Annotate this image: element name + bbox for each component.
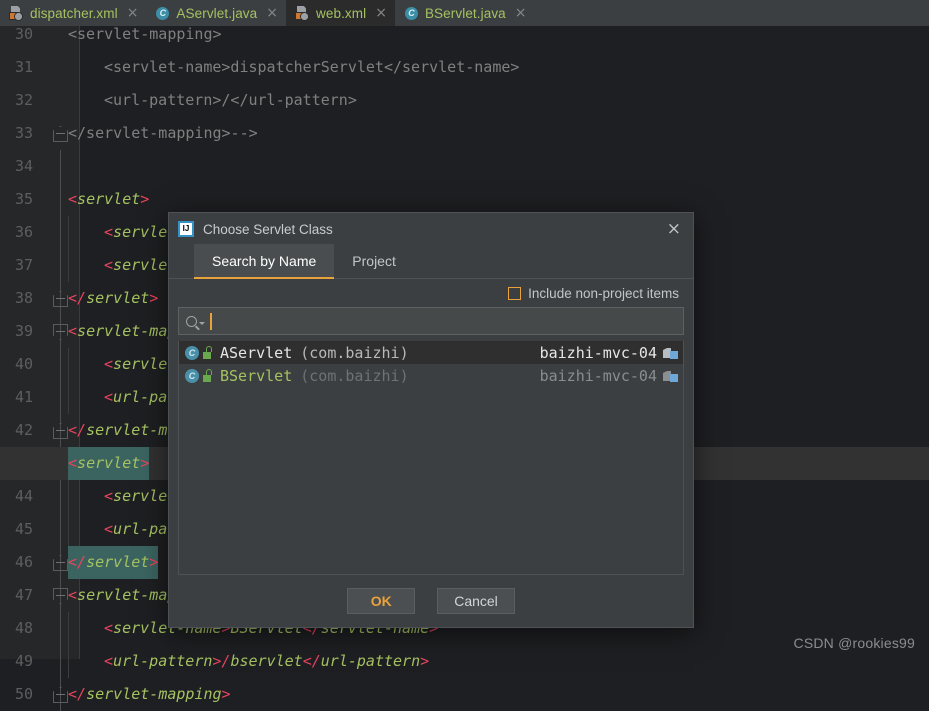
line-number: 31 (14, 58, 33, 76)
code-fold-toggle[interactable] (53, 555, 68, 571)
editor-tab-web-xml[interactable]: web.xml × (286, 0, 395, 26)
line-number: 44 (14, 487, 33, 505)
line-number: 32 (14, 91, 33, 109)
result-class-name: BServlet (220, 366, 293, 385)
line-number: 39 (14, 322, 33, 340)
java-class-icon: C (404, 6, 419, 21)
line-number: 41 (14, 388, 33, 406)
search-result-row[interactable]: C BServlet (com.baizhi) baizhi-mvc-04 (179, 364, 683, 387)
code-text: <servlet> (68, 190, 150, 208)
indent-guide (68, 216, 69, 282)
dialog-body: Search by Name Project Include non-projec… (169, 244, 693, 627)
include-non-project-checkbox[interactable] (508, 286, 522, 300)
code-fold-toggle[interactable] (53, 423, 68, 439)
line-number: 34 (14, 157, 33, 175)
code-text: </servlet-mapping>--> (68, 124, 258, 142)
line-number: 30 (14, 25, 33, 43)
close-icon[interactable]: × (515, 6, 527, 20)
search-area (169, 307, 693, 335)
code-line: <url-pattern>/</url-pattern> (104, 84, 357, 117)
code-line: </servlet> (68, 282, 158, 315)
result-module: baizhi-mvc-04 (539, 343, 657, 362)
unlocked-icon (202, 346, 213, 359)
result-module: baizhi-mvc-04 (539, 366, 657, 385)
line-number: 49 (14, 652, 33, 670)
dialog-tabs: Search by Name Project (169, 244, 693, 279)
search-icon (186, 315, 197, 327)
code-line: <url-pattern>/bservlet</url-pattern> (104, 645, 429, 678)
indent-guide (68, 480, 69, 546)
close-icon[interactable]: × (375, 6, 387, 20)
line-number: 35 (14, 190, 33, 208)
code-text: <servlet-name>dispatcherServlet</servlet… (104, 58, 520, 76)
line-number: 46 (14, 553, 33, 571)
code-line: <servlet> (68, 183, 149, 216)
code-line: <servlet-mapping> (68, 18, 222, 51)
line-number: 38 (14, 289, 33, 307)
ok-button[interactable]: OK (347, 588, 416, 614)
line-number: 50 (14, 685, 33, 703)
result-package: (com.baizhi) (300, 366, 409, 385)
search-input[interactable] (211, 313, 683, 329)
dialog-tab-search-by-name[interactable]: Search by Name (194, 244, 335, 279)
unlocked-icon (202, 369, 213, 382)
code-fold-toggle[interactable] (53, 687, 68, 703)
code-text: </servlet> (68, 289, 159, 307)
code-fold-toggle[interactable] (53, 126, 68, 142)
editor-tab-BServlet-java[interactable]: C BServlet.java × (395, 0, 535, 26)
java-class-icon: C (185, 368, 199, 383)
line-number: 42 (14, 421, 33, 439)
code-fold-toggle[interactable] (53, 291, 68, 307)
close-icon[interactable]: × (663, 220, 685, 238)
line-number: 36 (14, 223, 33, 241)
line-number: 33 (14, 124, 33, 142)
dialog-button-row: OK Cancel (169, 575, 693, 627)
code-line: <servlet> (68, 447, 149, 480)
code-line: </servlet-mapping>--> (68, 117, 258, 150)
intellij-idea-icon: IJ (178, 221, 194, 237)
search-box[interactable] (178, 307, 684, 335)
code-text: <servlet> (68, 454, 150, 472)
code-fold-toggle[interactable] (53, 588, 68, 604)
indent-guide (68, 612, 69, 678)
search-results-list[interactable]: C AServlet (com.baizhi) baizhi-mvc-04 C BServ… (178, 341, 684, 575)
code-line: </servlet-mapping> (68, 678, 231, 711)
choose-servlet-class-dialog[interactable]: IJ Choose Servlet Class × Search by Name… (168, 212, 694, 628)
close-icon[interactable]: × (266, 6, 278, 20)
editor-tab-label: web.xml (316, 5, 367, 21)
module-icon (663, 369, 678, 382)
code-text: <url-pattern>/bservlet</url-pattern> (104, 652, 430, 670)
include-non-project-row[interactable]: Include non-project items (169, 279, 693, 307)
module-icon (663, 346, 678, 359)
code-text: </servlet-mapping> (68, 685, 231, 703)
include-non-project-label: Include non-project items (528, 285, 679, 301)
line-number: 45 (14, 520, 33, 538)
code-line: <servlet-name>dispatcherServlet</servlet… (104, 51, 519, 84)
code-text: <url-pattern>/</url-pattern> (104, 91, 357, 109)
search-dropdown-icon[interactable] (199, 322, 205, 325)
result-package: (com.baizhi) (300, 343, 409, 362)
dialog-title: Choose Servlet Class (203, 221, 333, 237)
code-fold-toggle[interactable] (53, 324, 68, 340)
indent-guide (68, 348, 69, 414)
line-number: 48 (14, 619, 33, 637)
code-text: <servlet-mapping> (68, 25, 222, 43)
xml-file-icon (295, 5, 310, 21)
watermark: CSDN @rookies99 (793, 635, 915, 651)
dialog-title-bar: IJ Choose Servlet Class × (169, 213, 693, 245)
code-line: </servlet> (68, 546, 158, 579)
line-number: 40 (14, 355, 33, 373)
cancel-button[interactable]: Cancel (437, 588, 515, 614)
java-class-icon: C (185, 345, 199, 360)
code-text: </servlet> (68, 553, 159, 571)
editor-tab-label: BServlet.java (424, 5, 506, 21)
line-number: 37 (14, 256, 33, 274)
line-number: 47 (14, 586, 33, 604)
search-result-row[interactable]: C AServlet (com.baizhi) baizhi-mvc-04 (179, 341, 683, 364)
result-class-name: AServlet (220, 343, 293, 362)
dialog-tab-project[interactable]: Project (334, 244, 414, 278)
